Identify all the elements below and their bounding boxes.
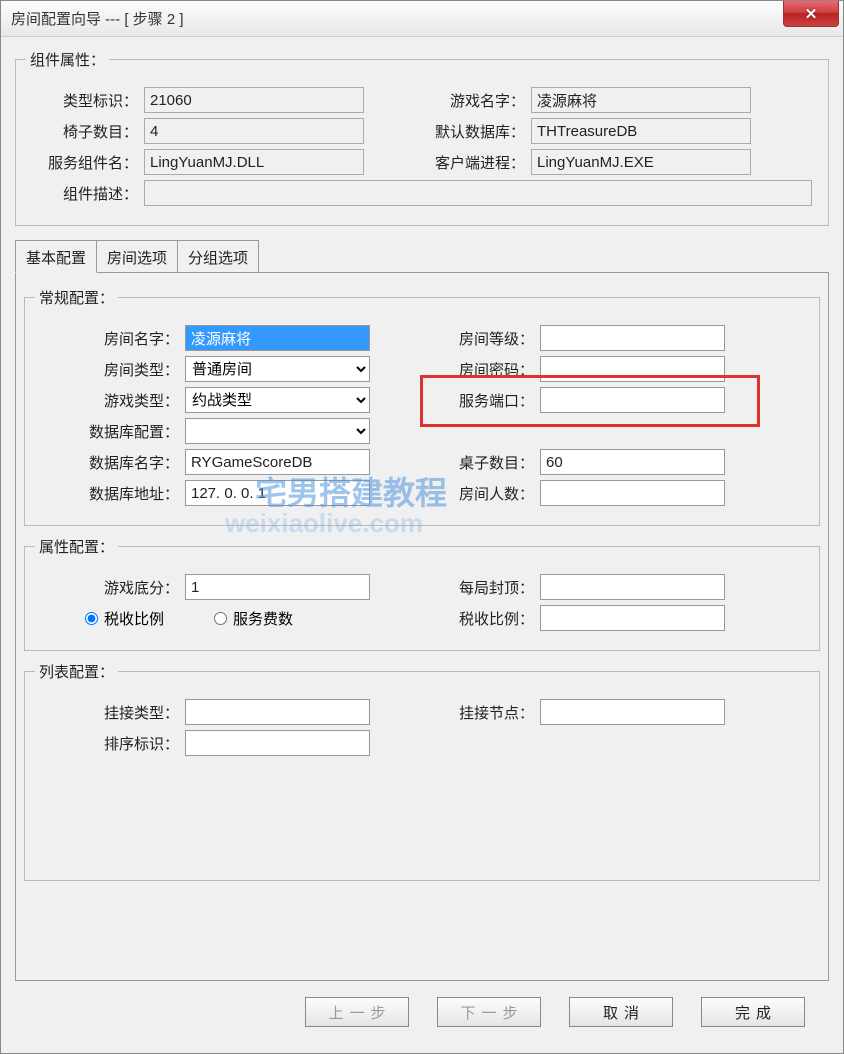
- room-level-input[interactable]: [540, 325, 725, 351]
- chair-count-label: 椅子数目：: [26, 121, 144, 142]
- room-name-label: 房间名字：: [35, 328, 185, 349]
- round-cap-input[interactable]: [540, 574, 725, 600]
- tax-ratio-radio[interactable]: 税收比例: [85, 608, 164, 629]
- tab-strip: 基本配置 房间选项 分组选项: [15, 240, 829, 273]
- hook-node-label: 挂接节点：: [430, 702, 540, 723]
- room-type-select[interactable]: 普通房间: [185, 356, 370, 382]
- table-count-input[interactable]: [540, 449, 725, 475]
- tax-ratio-input[interactable]: [540, 605, 725, 631]
- close-button[interactable]: ✕: [783, 1, 839, 27]
- list-config-group: 列表配置： 挂接类型： 挂接节点： 排序标识：: [24, 661, 820, 881]
- type-id-label: 类型标识：: [26, 90, 144, 111]
- game-name-field: [531, 87, 751, 113]
- db-addr-input[interactable]: [185, 480, 370, 506]
- db-name-label: 数据库名字：: [35, 452, 185, 473]
- prev-button[interactable]: 上一步: [305, 997, 409, 1027]
- component-props-group: 组件属性： 类型标识： 游戏名字： 椅子数目： 默认数据库：: [15, 49, 829, 226]
- type-id-field: [144, 87, 364, 113]
- watermark-text-2: weixiaolive.com: [225, 508, 423, 539]
- svc-component-field: [144, 149, 364, 175]
- client-proc-field: [531, 149, 751, 175]
- next-button[interactable]: 下一步: [437, 997, 541, 1027]
- attr-legend: 属性配置：: [35, 536, 118, 557]
- room-type-label: 房间类型：: [35, 359, 185, 380]
- tab-body: 常规配置： 房间名字： 房间等级： 房间类型： 普通房: [15, 273, 829, 981]
- sort-id-label: 排序标识：: [35, 733, 185, 754]
- client-proc-label: 客户端进程：: [421, 152, 531, 173]
- tax-ratio-radio-input[interactable]: [85, 612, 98, 625]
- tab-group-options[interactable]: 分组选项: [177, 240, 259, 272]
- game-type-label: 游戏类型：: [35, 390, 185, 411]
- db-config-select[interactable]: [185, 418, 370, 444]
- component-props-legend: 组件属性：: [26, 49, 109, 70]
- game-name-label: 游戏名字：: [421, 90, 531, 111]
- desc-field: [144, 180, 812, 206]
- titlebar: 房间配置向导 --- [ 步骤 2 ] ✕: [1, 1, 843, 37]
- hook-type-input[interactable]: [185, 699, 370, 725]
- button-bar: 上一步 下一步 取消 完成: [15, 981, 829, 1045]
- chair-count-field: [144, 118, 364, 144]
- room-cap-input[interactable]: [540, 480, 725, 506]
- service-fee-radio-input[interactable]: [214, 612, 227, 625]
- base-score-label: 游戏底分：: [35, 577, 185, 598]
- wizard-window: 房间配置向导 --- [ 步骤 2 ] ✕ 组件属性： 类型标识： 游戏名字：: [0, 0, 844, 1054]
- default-db-label: 默认数据库：: [421, 121, 531, 142]
- window-title: 房间配置向导 --- [ 步骤 2 ]: [11, 8, 184, 29]
- table-count-label: 桌子数目：: [430, 452, 540, 473]
- tab-room-options[interactable]: 房间选项: [96, 240, 178, 272]
- general-config-group: 常规配置： 房间名字： 房间等级： 房间类型： 普通房: [24, 287, 820, 526]
- db-name-input[interactable]: [185, 449, 370, 475]
- close-icon: ✕: [805, 5, 818, 23]
- general-legend: 常规配置：: [35, 287, 118, 308]
- cancel-button[interactable]: 取消: [569, 997, 673, 1027]
- list-legend: 列表配置：: [35, 661, 118, 682]
- tab-basic[interactable]: 基本配置: [15, 240, 97, 273]
- attr-config-group: 属性配置： 游戏底分： 每局封顶： 税收比例: [24, 536, 820, 651]
- svc-component-label: 服务组件名：: [26, 152, 144, 173]
- finish-button[interactable]: 完成: [701, 997, 805, 1027]
- svc-port-input[interactable]: [540, 387, 725, 413]
- svc-port-label: 服务端口：: [430, 390, 540, 411]
- desc-label: 组件描述：: [26, 183, 144, 204]
- room-name-input[interactable]: [185, 325, 370, 351]
- room-pwd-label: 房间密码：: [430, 359, 540, 380]
- db-addr-label: 数据库地址：: [35, 483, 185, 504]
- hook-node-input[interactable]: [540, 699, 725, 725]
- default-db-field: [531, 118, 751, 144]
- tax-ratio-label: 税收比例：: [430, 608, 540, 629]
- db-config-label: 数据库配置：: [35, 421, 185, 442]
- room-level-label: 房间等级：: [430, 328, 540, 349]
- content-area: 组件属性： 类型标识： 游戏名字： 椅子数目： 默认数据库：: [1, 37, 843, 1053]
- sort-id-input[interactable]: [185, 730, 370, 756]
- round-cap-label: 每局封顶：: [430, 577, 540, 598]
- base-score-input[interactable]: [185, 574, 370, 600]
- room-cap-label: 房间人数：: [430, 483, 540, 504]
- hook-type-label: 挂接类型：: [35, 702, 185, 723]
- room-pwd-input[interactable]: [540, 356, 725, 382]
- game-type-select[interactable]: 约战类型: [185, 387, 370, 413]
- service-fee-radio[interactable]: 服务费数: [214, 608, 293, 629]
